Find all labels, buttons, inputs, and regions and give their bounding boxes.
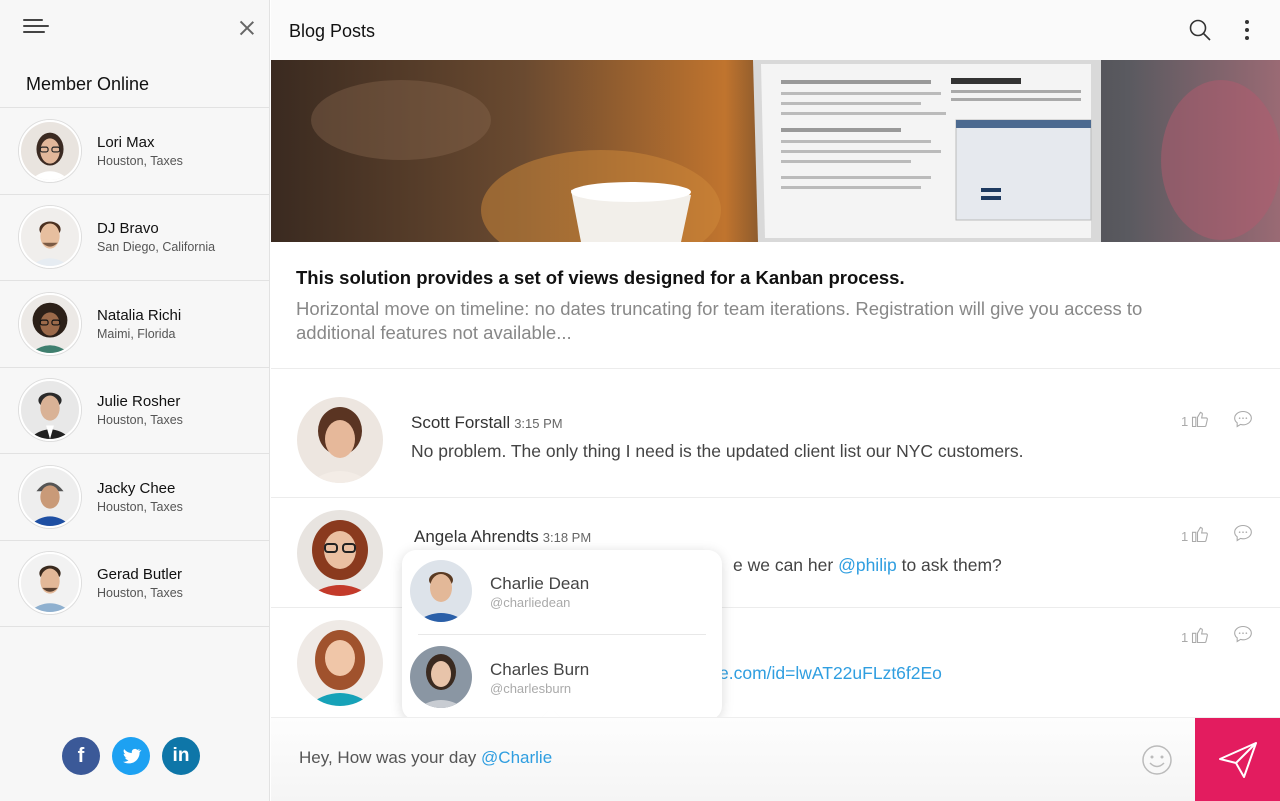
- member-item[interactable]: Lori Max Houston, Taxes: [0, 108, 269, 195]
- thumbs-up-icon: [1192, 411, 1209, 428]
- member-name: Jacky Chee: [97, 479, 176, 497]
- avatar: [297, 510, 383, 596]
- comment-icon[interactable]: [1233, 409, 1253, 429]
- mention-popup: Charlie Dean @charliedean Charles Burn @…: [402, 550, 722, 720]
- member-item[interactable]: Gerad Butler Houston, Taxes: [0, 541, 269, 627]
- sidebar-top: [0, 0, 269, 56]
- emoji-icon[interactable]: [1141, 744, 1173, 776]
- avatar: [297, 397, 383, 483]
- like-count: 1: [1181, 529, 1189, 544]
- avatar: [410, 646, 472, 708]
- sidebar-title: Member Online: [0, 56, 269, 108]
- avatar: [19, 379, 81, 442]
- member-location: San Diego, California: [97, 240, 216, 255]
- thumbs-up-icon: [1192, 627, 1209, 644]
- avatar: [297, 620, 383, 706]
- member-item[interactable]: Natalia Richi Maimi, Florida: [0, 281, 269, 368]
- more-options-icon[interactable]: [1237, 18, 1257, 42]
- sidebar: Member Online Lori Max Houston, Taxes DJ…: [0, 0, 270, 801]
- linkedin-icon[interactable]: in: [162, 737, 200, 775]
- header: Blog Posts: [271, 0, 1280, 60]
- comment-link[interactable]: e.com/id=lwAT22uFLzt6f2Eo: [719, 663, 942, 684]
- mention-handle: @charliedean: [490, 595, 571, 610]
- comment-text: No problem. The only thing I need is the…: [411, 441, 1024, 461]
- mention-link[interactable]: @philip: [838, 555, 897, 575]
- mention-name: Charlie Dean: [490, 574, 590, 593]
- hero-image: [271, 60, 1280, 242]
- main-panel: Blog Posts This solution provides a set …: [271, 0, 1280, 801]
- member-item[interactable]: Jacky Chee Houston, Taxes: [0, 454, 269, 541]
- avatar: [19, 119, 81, 182]
- member-location: Houston, Taxes: [97, 413, 183, 428]
- post-description: Horizontal move on timeline: no dates tr…: [296, 298, 1143, 343]
- mention-option[interactable]: Charles Burn @charlesburn: [410, 646, 710, 708]
- mention-option[interactable]: Charlie Dean @charliedean: [410, 560, 710, 622]
- comment-time: 3:18 PM: [542, 530, 592, 545]
- post-title: This solution provides a set of views de…: [296, 267, 905, 288]
- mention-name: Charles Burn: [490, 660, 590, 679]
- member-location: Houston, Taxes: [97, 153, 183, 168]
- member-name: DJ Bravo: [97, 220, 159, 238]
- comment-author: Scott Forstall 3:15 PM: [411, 413, 563, 432]
- like-button[interactable]: 1: [1181, 524, 1210, 544]
- page-title: Blog Posts: [289, 21, 376, 41]
- comment-author: Angela Ahrendts 3:18 PM: [414, 527, 592, 546]
- avatar: [19, 292, 81, 355]
- member-name: Natalia Richi: [97, 306, 182, 324]
- member-name: Lori Max: [97, 133, 155, 151]
- facebook-icon[interactable]: f: [62, 737, 100, 775]
- message-input[interactable]: Hey, How was your day @Charlie: [299, 748, 552, 768]
- member-location: Houston, Taxes: [97, 586, 183, 601]
- send-icon: [1218, 742, 1257, 778]
- avatar: [19, 465, 81, 528]
- comment-time: 3:15 PM: [514, 416, 563, 431]
- like-button[interactable]: 1: [1181, 625, 1210, 645]
- send-button[interactable]: [1195, 718, 1280, 801]
- comment: Scott Forstall 3:15 PM No problem. The on…: [271, 369, 1280, 497]
- member-name: Julie Rosher: [97, 393, 181, 411]
- like-count: 1: [1181, 414, 1189, 429]
- menu-icon[interactable]: [23, 19, 49, 37]
- member-location: Houston, Taxes: [97, 499, 183, 514]
- member-location: Maimi, Florida: [97, 326, 176, 341]
- divider: [418, 634, 706, 635]
- comment-icon[interactable]: [1233, 523, 1253, 543]
- avatar: [19, 206, 81, 269]
- comment-icon[interactable]: [1233, 624, 1253, 644]
- search-icon[interactable]: [1188, 18, 1212, 42]
- comment-text: e we can her @philip to ask them?: [733, 555, 1002, 575]
- mention-handle: @charlesburn: [490, 681, 572, 696]
- thumbs-up-icon: [1192, 526, 1209, 543]
- twitter-icon[interactable]: [112, 737, 150, 775]
- like-button[interactable]: 1: [1181, 409, 1210, 429]
- composer-mention: @Charlie: [481, 748, 553, 767]
- social-links: f in: [62, 737, 200, 775]
- member-name: Gerad Butler: [97, 566, 183, 584]
- avatar: [410, 560, 472, 622]
- member-item[interactable]: DJ Bravo San Diego, California: [0, 195, 269, 281]
- avatar: [19, 552, 81, 615]
- message-composer: Hey, How was your day @Charlie: [271, 717, 1280, 801]
- member-item[interactable]: Julie Rosher Houston, Taxes: [0, 368, 269, 454]
- close-icon[interactable]: [236, 17, 258, 39]
- like-count: 1: [1181, 630, 1189, 645]
